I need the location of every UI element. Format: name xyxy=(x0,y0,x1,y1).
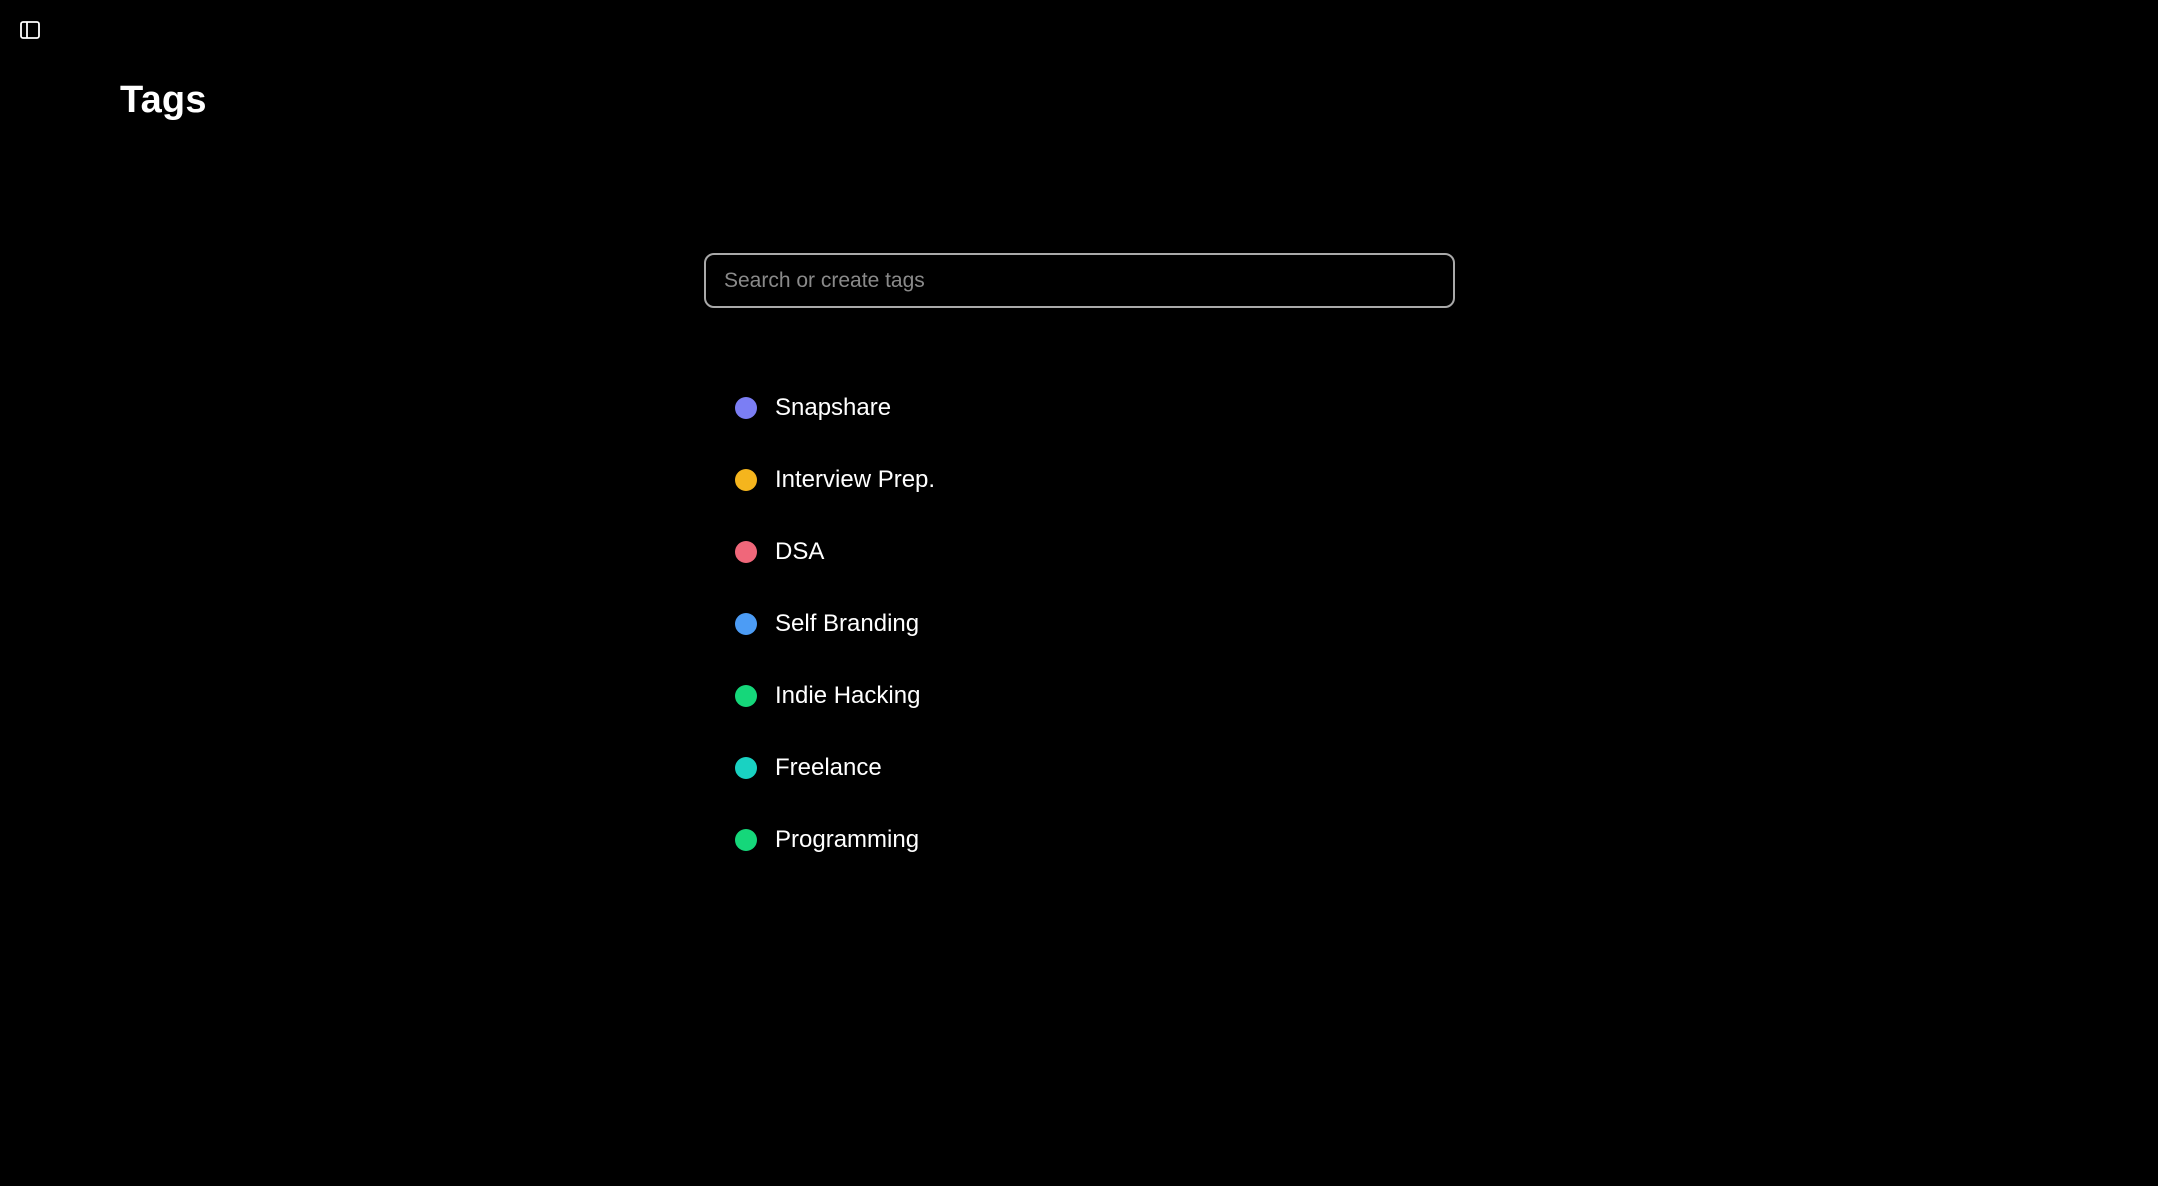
sidebar-toggle-button[interactable] xyxy=(17,17,43,43)
tag-label: Self Branding xyxy=(775,610,920,637)
tags-page: Tags Snapshare Interview Prep. DSA Self … xyxy=(0,0,2158,1186)
tag-item-indie-hacking[interactable]: Indie Hacking xyxy=(735,660,935,732)
tag-color-dot xyxy=(735,829,757,851)
tag-label: Indie Hacking xyxy=(775,682,921,709)
tag-color-dot xyxy=(735,613,757,635)
tag-item-programming[interactable]: Programming xyxy=(735,804,935,876)
tag-item-dsa[interactable]: DSA xyxy=(735,516,935,588)
tag-label: Interview Prep. xyxy=(775,466,936,493)
tag-item-self-branding[interactable]: Self Branding xyxy=(735,588,935,660)
tag-label: Snapshare xyxy=(775,394,892,421)
tag-color-dot xyxy=(735,541,757,563)
page-title: Tags xyxy=(120,79,207,121)
tag-search-input[interactable] xyxy=(704,253,1455,308)
sidebar-panel-icon xyxy=(20,21,40,39)
tag-label: Programming xyxy=(775,826,920,853)
tag-color-dot xyxy=(735,469,757,491)
tag-item-freelance[interactable]: Freelance xyxy=(735,732,935,804)
tag-item-interview-prep[interactable]: Interview Prep. xyxy=(735,444,935,516)
tag-list: Snapshare Interview Prep. DSA Self Brand… xyxy=(735,372,935,876)
tag-color-dot xyxy=(735,685,757,707)
tag-item-snapshare[interactable]: Snapshare xyxy=(735,372,935,444)
search-container xyxy=(704,253,1455,308)
tag-color-dot xyxy=(735,397,757,419)
tag-label: DSA xyxy=(775,538,825,565)
tag-color-dot xyxy=(735,757,757,779)
tag-label: Freelance xyxy=(775,754,882,781)
